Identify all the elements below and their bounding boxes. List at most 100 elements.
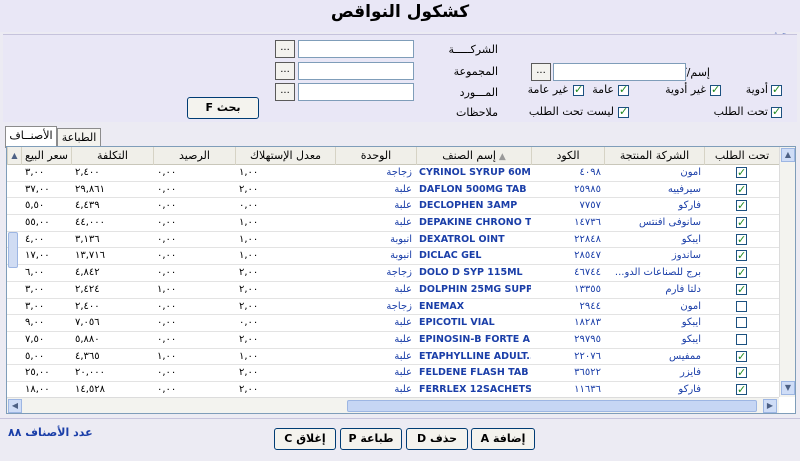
checkbox-icon[interactable] xyxy=(736,349,747,365)
table-row[interactable]: ساندوز ٢٨٥٤٧ DICLAC GEL انبوبة ١,٠٠ ٠,٠٠ ١٣,٧١… xyxy=(7,248,779,266)
scroll-right-icon[interactable]: ▶ xyxy=(763,399,777,413)
medicines-checkbox[interactable] xyxy=(771,83,782,96)
row-on-order-checkbox[interactable] xyxy=(704,382,779,397)
close-button[interactable]: إغلاق C xyxy=(274,428,336,450)
company-browse-button[interactable]: ... xyxy=(275,40,295,58)
cell-balance: ٠,٠٠ xyxy=(157,183,177,195)
cell-balance: ٠,٠٠ xyxy=(157,367,177,379)
non-medicines-label: غير أدوية xyxy=(665,83,706,96)
print-button[interactable]: طباعة P xyxy=(340,428,402,450)
company-input[interactable] xyxy=(298,40,414,58)
checkbox-icon[interactable] xyxy=(736,182,747,198)
col-consumption[interactable]: معدل الإستهلاك xyxy=(235,147,335,165)
table-row[interactable]: فاركو ١١٦٣٦ FERRLEX 12SACHETS علبة ٢,٠٠ ٠,٠٠ ١… xyxy=(7,382,779,397)
cell-consumption: ١,٠٠ xyxy=(239,350,259,362)
row-on-order-checkbox[interactable] xyxy=(704,215,779,231)
scroll-left-icon[interactable]: ◀ xyxy=(8,399,22,413)
row-on-order-checkbox[interactable] xyxy=(704,248,779,264)
row-on-order-checkbox[interactable] xyxy=(704,198,779,214)
add-button[interactable]: إضافة A xyxy=(471,428,535,450)
table-row[interactable]: فايزر ٣٦٥٢٢ FELDENE FLASH TAB علبة ٢,٠٠ ٠,٠٠ ٢… xyxy=(7,365,779,382)
col-scroll-up-icon[interactable]: ▲ xyxy=(7,147,21,165)
col-cost[interactable]: التكلفة xyxy=(71,147,153,165)
horizontal-scrollbar[interactable]: ◀ ▶ xyxy=(7,397,779,413)
non-public-checkbox[interactable] xyxy=(573,83,584,96)
checkbox-icon[interactable] xyxy=(736,333,747,345)
search-button[interactable]: بحث F xyxy=(187,97,259,119)
table-row[interactable]: امون ٢٩٤٤ ENEMAX زجاجة ٢,٠٠ ٠,٠٠ ٢,٤٠٠ ٣,٠٠ xyxy=(7,299,779,316)
public-checkbox[interactable] xyxy=(618,83,629,96)
checkbox-icon[interactable] xyxy=(736,248,747,264)
supplier-browse-button[interactable]: ... xyxy=(275,83,295,101)
table-row[interactable]: ايبكو ٢٢٨٤٨ DEXATROL OINT انبوبة ١,٠٠ ٠,٠٠ ٣,١… xyxy=(7,232,779,249)
col-code[interactable]: الكود xyxy=(531,147,604,165)
checkbox-icon[interactable] xyxy=(736,382,747,397)
col-on-order[interactable]: تحت الطلب xyxy=(704,147,779,165)
table-row[interactable]: برج للصناعات الدو... ٤٦٧٤٤ DOLO D SYP 115M… xyxy=(7,265,779,282)
on-order-checkbox[interactable] xyxy=(771,105,782,118)
supplier-input[interactable] xyxy=(298,83,414,101)
not-on-order-checkbox[interactable] xyxy=(618,105,629,118)
col-balance[interactable]: الرصيد xyxy=(153,147,235,165)
row-on-order-checkbox[interactable] xyxy=(704,182,779,198)
checkbox-icon[interactable] xyxy=(736,265,747,281)
col-unit[interactable]: الوحدة xyxy=(335,147,416,165)
vertical-scrollbar[interactable]: ▲ ▼ xyxy=(779,147,795,397)
row-on-order-checkbox[interactable] xyxy=(704,315,779,331)
row-on-order-checkbox[interactable] xyxy=(704,299,779,315)
tab-printing[interactable]: الطباعة xyxy=(57,128,101,148)
row-on-order-checkbox[interactable] xyxy=(704,232,779,248)
grid-rows: امون ٤٠٩٨ CYRINOL SYRUP 60ML زجاجة ١,٠٠ ٠,٠٠ ٢… xyxy=(7,165,779,397)
checkbox-icon[interactable] xyxy=(736,215,747,231)
table-row[interactable]: دلتا فارم ١٣٣٥٥ DOLPHIN 25MG SUPP علبة ٢,٠٠ ١… xyxy=(7,282,779,299)
side-grip[interactable] xyxy=(8,232,18,268)
table-row[interactable]: فاركو ٧٧٥٧ DECLOPHEN 3AMP علبة ٠,٠٠ ٠,٠٠ ٤,٤٣٩… xyxy=(7,198,779,216)
col-maker[interactable]: الشركة المنتجة xyxy=(604,147,704,165)
col-name[interactable]: ▲ إسم الصنف xyxy=(416,147,531,165)
scroll-down-icon[interactable]: ▼ xyxy=(781,381,795,395)
row-on-order-checkbox[interactable] xyxy=(704,349,779,365)
cell-price: ٩,٠٠ xyxy=(25,317,45,329)
scroll-thumb[interactable] xyxy=(347,400,757,412)
cell-maker: ايبكو xyxy=(681,317,701,329)
checkbox-icon[interactable] xyxy=(736,198,747,214)
non-medicines-checkbox[interactable] xyxy=(710,83,721,96)
tab-items[interactable]: الأصنــاف xyxy=(5,126,57,148)
cell-unit: علبة xyxy=(394,200,412,212)
item-browse-button[interactable]: ... xyxy=(531,63,551,81)
table-row[interactable]: ايبكو ٢٩٧٩٥ EPINOSIN-B FORTE A... علبة ٢,٠٠ ٠… xyxy=(7,332,779,349)
cell-cost: ٣,١٣٦ xyxy=(75,233,100,245)
checkbox-icon[interactable] xyxy=(736,165,747,181)
cell-unit: زجاجة xyxy=(386,267,412,279)
group-browse-button[interactable]: ... xyxy=(275,62,295,80)
cell-maker: فاركو xyxy=(678,383,701,395)
scroll-up-icon[interactable]: ▲ xyxy=(781,148,795,162)
row-on-order-checkbox[interactable] xyxy=(704,332,779,348)
delete-button[interactable]: حذف D xyxy=(406,428,468,450)
table-row[interactable]: امون ٤٠٩٨ CYRINOL SYRUP 60ML زجاجة ١,٠٠ ٠,٠٠ ٢… xyxy=(7,165,779,182)
row-on-order-checkbox[interactable] xyxy=(704,265,779,281)
row-on-order-checkbox[interactable] xyxy=(704,282,779,298)
on-order-label: تحت الطلب xyxy=(713,105,768,118)
checkbox-icon[interactable] xyxy=(736,365,747,381)
checkbox-icon[interactable] xyxy=(736,317,747,329)
checkbox-icon[interactable] xyxy=(736,300,747,312)
table-row[interactable]: سانوفى افنتس ١٤٧٣٦ DEPAKINE CHRONO T... علب… xyxy=(7,215,779,232)
checkbox-icon[interactable] xyxy=(736,282,747,298)
cell-balance: ٠,٠٠ xyxy=(157,267,177,279)
medicines-label: أدوية xyxy=(745,83,768,96)
table-row[interactable]: سيرفييه ٢٥٩٨٥ DAFLON 500MG TAB علبة ٢,٠٠ ٠,٠٠… xyxy=(7,182,779,199)
group-input[interactable] xyxy=(298,62,414,80)
cell-price: ٢٥,٠٠ xyxy=(25,367,50,379)
cell-name: DOLPHIN 25MG SUPP xyxy=(419,283,531,295)
row-on-order-checkbox[interactable] xyxy=(704,365,779,381)
cell-consumption: ٢,٠٠ xyxy=(239,333,259,345)
item-input[interactable] xyxy=(553,63,686,81)
table-row[interactable]: ايبكو ١٨٢٨٣ EPICOTIL VIAL علبة ٠,٠٠ ٠,٠٠ ٧,٠٥٦… xyxy=(7,315,779,332)
col-price[interactable]: سعر البيع xyxy=(21,147,71,165)
cell-balance: ٠,٠٠ xyxy=(157,200,177,212)
row-on-order-checkbox[interactable] xyxy=(704,165,779,181)
table-row[interactable]: ممفيس ٢٢٠٧٦ ETAPHYLLINE ADULT... علبة ١,٠٠ ١,… xyxy=(7,349,779,366)
checkbox-icon[interactable] xyxy=(736,232,747,248)
grid-header: تحت الطلب الشركة المنتجة الكود ▲ إسم الص… xyxy=(7,147,779,165)
